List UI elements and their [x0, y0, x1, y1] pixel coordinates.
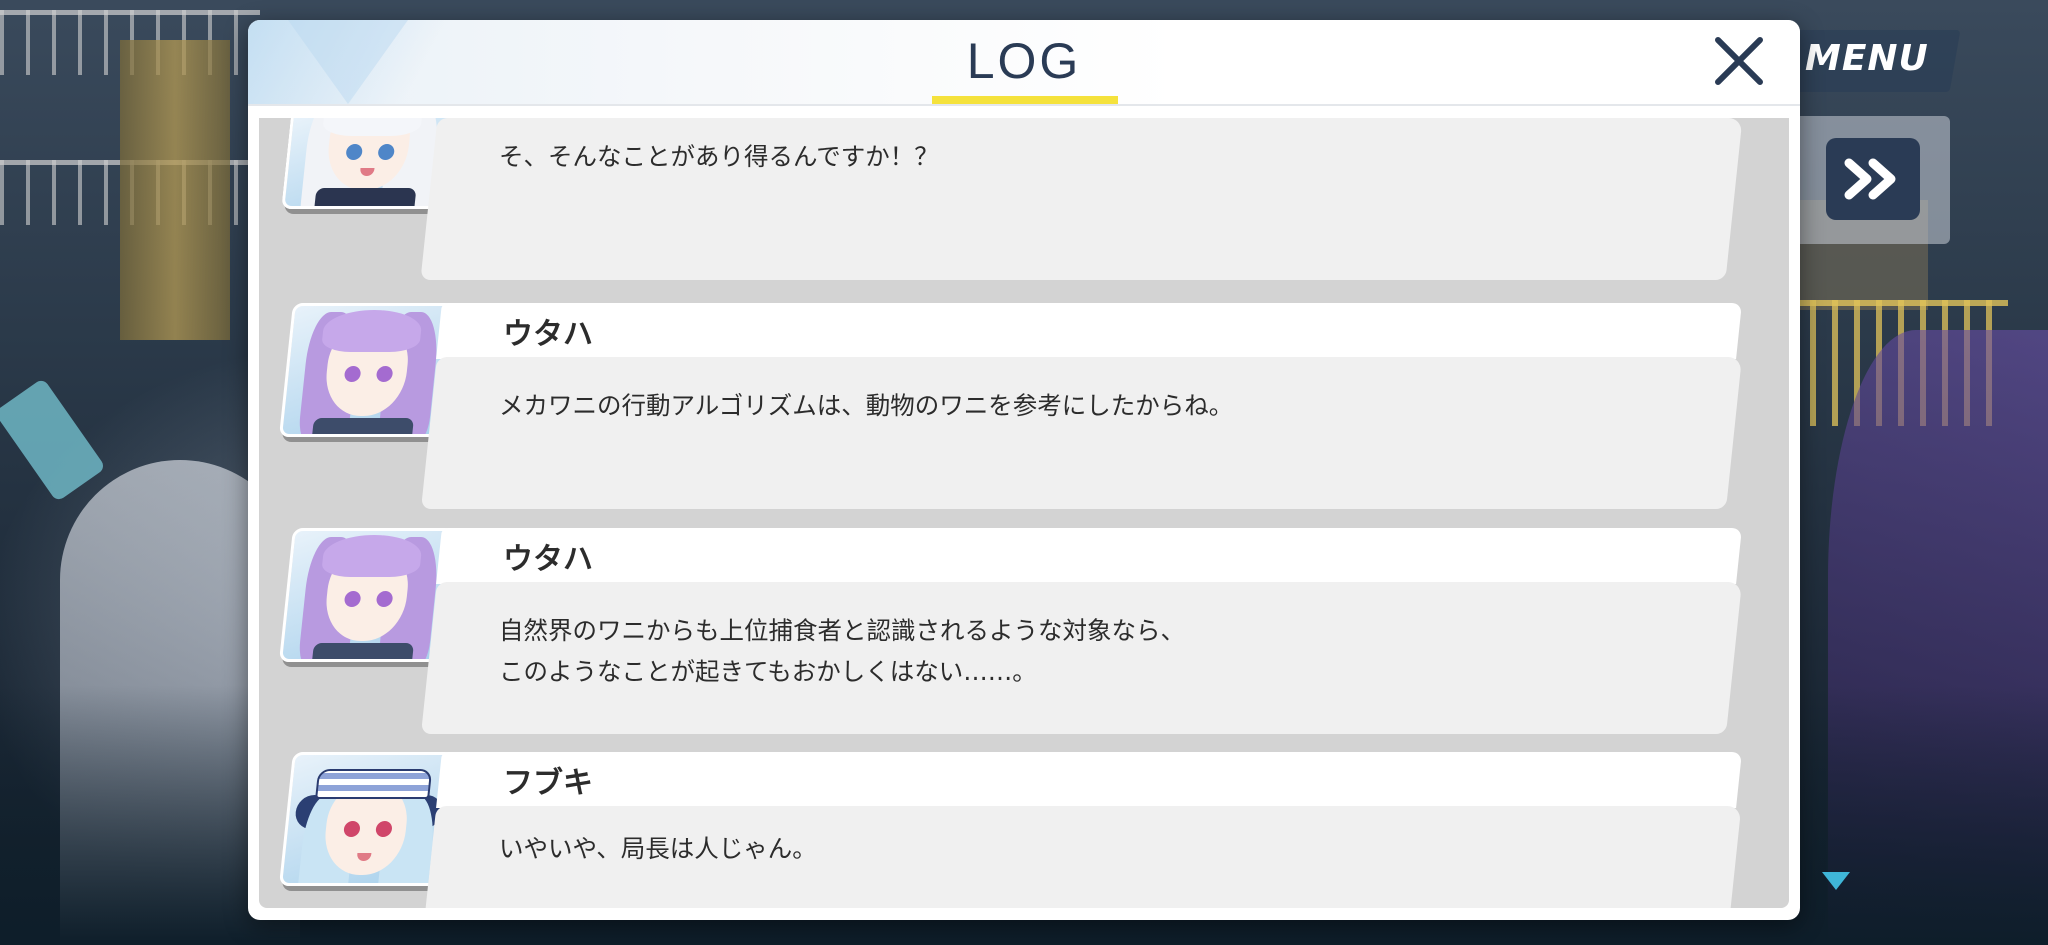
speaker-name-tab — [436, 303, 1742, 359]
log-entry: ウタハ メカワニの行動アルゴリズムは、動物のワニを参考にしたからね。 — [259, 303, 1789, 513]
speaker-name: ウタハ — [503, 317, 593, 352]
character-portrait — [278, 752, 456, 886]
close-button[interactable] — [1708, 30, 1770, 92]
title-underline — [932, 96, 1118, 104]
speaker-name: ウタハ — [503, 542, 593, 577]
log-panel-header: LOG — [248, 20, 1800, 104]
log-entry: そ、そんなことがあり得るんですか！？ — [259, 118, 1789, 280]
menu-button-label[interactable]: MENU — [1805, 38, 1929, 79]
close-icon — [1715, 37, 1763, 85]
log-panel: LOG そ、そんなことがあり得るんですか！？ ウタハ メカワニの行動アルゴリズム… — [248, 20, 1800, 920]
speaker-name-tab — [436, 528, 1742, 584]
page-title: LOG — [966, 33, 1082, 89]
message-text: メカワニの行動アルゴリズムは、動物のワニを参考にしたからね。 — [499, 391, 1234, 420]
log-entry: フブキ いやいや、局長は人じゃん。 — [259, 752, 1789, 908]
character-portrait — [281, 118, 453, 209]
character-portrait — [278, 303, 456, 437]
message-text: いやいや、局長は人じゃん。 — [499, 834, 817, 863]
message-text: 自然界のワニからも上位捕食者と認識されるような対象なら、 このようなことが起きて… — [499, 616, 1185, 686]
next-arrow-icon — [1822, 872, 1850, 890]
header-divider — [248, 104, 1800, 106]
log-entry: ウタハ 自然界のワニからも上位捕食者と認識されるような対象なら、 このようなこと… — [259, 528, 1789, 738]
message-box — [421, 357, 1742, 509]
lighthouse-tower — [120, 40, 230, 340]
speaker-name: フブキ — [503, 766, 593, 801]
message-text: そ、そんなことがあり得るんですか！？ — [499, 142, 939, 171]
fast-forward-button[interactable] — [1826, 138, 1920, 220]
speaker-name-tab — [436, 752, 1742, 808]
character-portrait — [278, 528, 456, 662]
popsicle — [0, 377, 107, 503]
log-list[interactable]: そ、そんなことがあり得るんですか！？ ウタハ メカワニの行動アルゴリズムは、動物… — [259, 118, 1789, 908]
fast-forward-icon — [1844, 158, 1896, 200]
